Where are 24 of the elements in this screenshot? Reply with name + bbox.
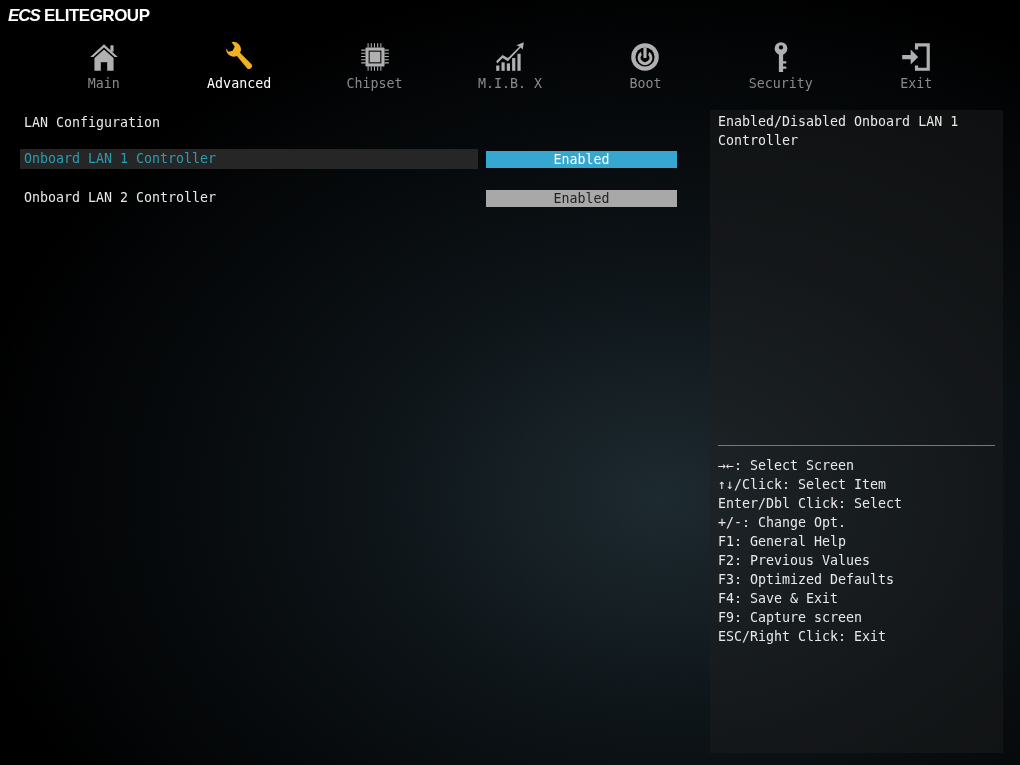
- logo-mark: ECS: [8, 6, 40, 26]
- key-hint: F2: Previous Values: [718, 552, 872, 570]
- help-text: Enabled/Disabled Onboard LAN 1 Controller: [718, 113, 960, 150]
- setting-label[interactable]: Onboard LAN 1 Controller: [20, 149, 478, 169]
- menu-tab[interactable]: Advanced: [171, 40, 307, 102]
- key-hint: F3: Optimized Defaults: [718, 571, 896, 589]
- key-hint: F9: Capture screen: [718, 609, 864, 627]
- menu-tab[interactable]: Security: [713, 40, 849, 102]
- menu-tab[interactable]: Boot: [577, 40, 714, 102]
- key-hint: F4: Save & Exit: [718, 590, 840, 608]
- key-hint: →←: Select Screen: [718, 457, 856, 475]
- key-hint: Enter/Dbl Click: Select: [718, 495, 904, 513]
- key-hint: F1: General Help: [718, 533, 848, 551]
- key-hint: ↑↓/Click: Select Item: [718, 476, 888, 494]
- section-title: LAN Configuration: [23, 114, 162, 132]
- menu-tab[interactable]: M.I.B. X: [442, 40, 578, 102]
- brand-name: ELITEGROUP: [43, 6, 150, 26]
- key-hint: +/-: Change Opt.: [718, 514, 848, 532]
- setting-value[interactable]: Enabled: [486, 189, 677, 207]
- key-hint: ESC/Right Click: Exit: [718, 628, 888, 646]
- menu-tab[interactable]: Exit: [848, 40, 984, 102]
- setting-label[interactable]: Onboard LAN 2 Controller: [20, 188, 478, 208]
- menu-tab[interactable]: Main: [36, 40, 172, 102]
- menu-tab[interactable]: Chipset: [306, 40, 443, 102]
